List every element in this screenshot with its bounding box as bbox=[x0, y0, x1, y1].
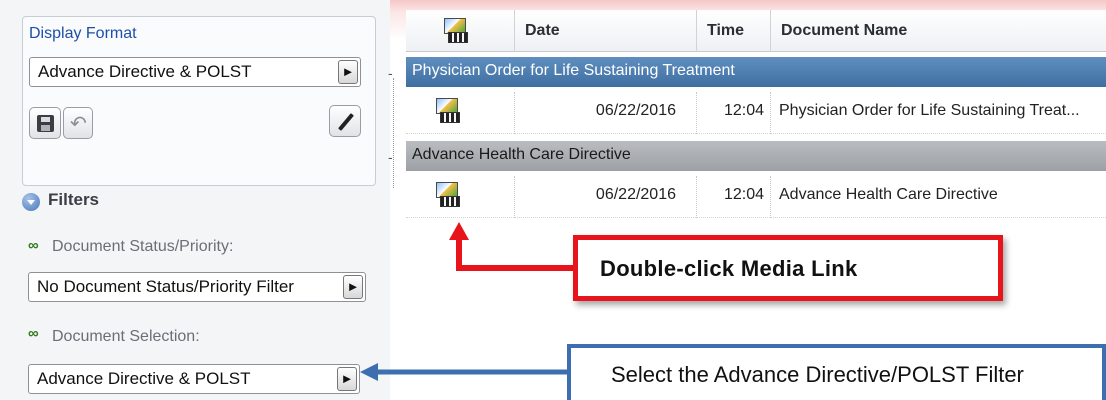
display-format-select[interactable]: Advance Directive & POLST ► bbox=[29, 57, 361, 87]
selection-filter-value: Advance Directive & POLST bbox=[37, 369, 251, 388]
row-document-name: Physician Order for Life Sustaining Trea… bbox=[770, 92, 1106, 134]
media-link-icon[interactable] bbox=[434, 182, 460, 208]
collapse-group-2-icon[interactable]: - bbox=[388, 150, 399, 164]
media-link-icon[interactable] bbox=[434, 98, 460, 124]
undo-icon: ↶ bbox=[70, 113, 87, 135]
save-button[interactable] bbox=[29, 107, 61, 139]
row-date: 06/22/2016 bbox=[514, 176, 696, 218]
selection-filter-select[interactable]: Advance Directive & POLST ► bbox=[28, 364, 360, 394]
table-row[interactable]: 06/22/2016 12:04 Advance Health Care Dir… bbox=[406, 176, 1106, 218]
header-media-col[interactable] bbox=[406, 10, 514, 52]
selection-filter-label: Document Selection: bbox=[52, 328, 200, 345]
table-row[interactable]: 06/22/2016 12:04 Physician Order for Lif… bbox=[406, 92, 1106, 134]
edit-icon bbox=[338, 113, 354, 131]
status-filter-label: Document Status/Priority: bbox=[52, 238, 234, 255]
status-filter-value: No Document Status/Priority Filter bbox=[37, 277, 294, 296]
group-header-advance-directive[interactable]: Advance Health Care Directive bbox=[406, 141, 1106, 171]
collapse-filters-icon[interactable] bbox=[22, 193, 40, 211]
status-filter-arrow-icon[interactable]: ► bbox=[343, 275, 363, 299]
display-format-box: Display Format Advance Directive & POLST… bbox=[22, 16, 376, 186]
row-document-name: Advance Health Care Directive bbox=[770, 176, 1106, 218]
callout-double-click: Double-click Media Link bbox=[573, 235, 1003, 301]
status-filter-select[interactable]: No Document Status/Priority Filter ► bbox=[28, 272, 366, 302]
header-document-name[interactable]: Document Name bbox=[770, 10, 1106, 52]
undo-button[interactable]: ↶ bbox=[63, 107, 93, 139]
tree-connector bbox=[393, 78, 394, 188]
save-icon bbox=[37, 115, 54, 132]
left-panel: Display Format Advance Directive & POLST… bbox=[0, 0, 390, 400]
display-format-arrow-icon[interactable]: ► bbox=[338, 60, 358, 84]
document-grid: - - Date Time Document Name Physician Or… bbox=[384, 0, 1106, 400]
collapse-group-1-icon[interactable]: - bbox=[388, 66, 399, 80]
callout-select-filter: Select the Advance Directive/POLST Filte… bbox=[567, 344, 1106, 400]
media-column-icon bbox=[442, 18, 468, 44]
filters-heading: Filters bbox=[48, 190, 100, 209]
header-time[interactable]: Time bbox=[696, 10, 770, 52]
selection-filter-arrow-icon[interactable]: ► bbox=[337, 367, 357, 391]
grid-header: Date Time Document Name bbox=[406, 10, 1106, 52]
group-header-polst[interactable]: Physician Order for Life Sustaining Trea… bbox=[406, 57, 1106, 87]
edit-button[interactable] bbox=[329, 105, 361, 137]
link-icon: ∞ bbox=[28, 237, 39, 254]
header-date[interactable]: Date bbox=[514, 10, 696, 52]
display-format-title: Display Format bbox=[29, 25, 137, 42]
row-time: 12:04 bbox=[696, 176, 770, 218]
row-date: 06/22/2016 bbox=[514, 92, 696, 134]
link-icon: ∞ bbox=[28, 325, 39, 342]
row-time: 12:04 bbox=[696, 92, 770, 134]
display-format-value: Advance Directive & POLST bbox=[38, 62, 252, 81]
